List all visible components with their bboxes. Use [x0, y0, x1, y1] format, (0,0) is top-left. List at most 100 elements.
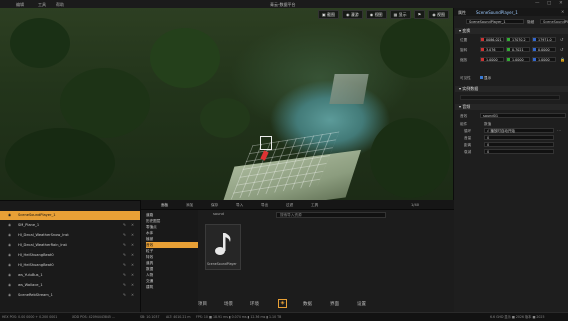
close-icon[interactable]: ✕ — [561, 9, 564, 14]
prop-volume-field[interactable]: 0 — [484, 135, 554, 140]
grid-icon: ▦ — [393, 12, 398, 17]
import-button[interactable]: 导入 — [236, 203, 243, 208]
delete-icon[interactable]: ✕ — [131, 261, 134, 270]
eye-icon[interactable]: ◉ — [8, 211, 11, 220]
list-item[interactable]: ◉ SceneSoundPlayer_1 — [0, 211, 140, 220]
screenshot-button[interactable]: ▣ 截图 — [317, 10, 339, 19]
nav-interface[interactable]: 界面 — [330, 301, 339, 307]
view2-button[interactable]: ◉ 视图 — [428, 10, 449, 19]
edit-icon[interactable]: ✎ — [123, 291, 126, 300]
section-transform[interactable]: ▾ 变换 — [455, 28, 568, 34]
rotation-y[interactable]: 0.7021 — [506, 47, 530, 52]
list-item[interactable]: ◉ HI_Decal_WeatherSnow_Inst ✎ ✕ — [0, 231, 140, 240]
delete-icon[interactable]: ✕ — [131, 231, 134, 240]
group-header: 组件 — [460, 122, 468, 126]
tab-properties[interactable]: 属性 — [458, 10, 466, 16]
eye-icon[interactable]: ◉ — [8, 291, 11, 300]
flag-button[interactable]: ⚑ — [413, 10, 426, 19]
edit-icon[interactable]: ✎ — [123, 281, 126, 290]
edit-icon[interactable]: ✎ — [123, 261, 126, 270]
roam-button[interactable]: ◉ 漫游 — [342, 10, 363, 19]
asset-name: SceneSoundPlayer — [207, 262, 237, 266]
nav-environment[interactable]: 环境 — [250, 301, 259, 307]
delete-icon[interactable]: ✕ — [131, 271, 134, 280]
edit-icon[interactable]: ✎ — [123, 231, 126, 240]
nav-settings[interactable]: 设置 — [357, 301, 366, 307]
tag-field[interactable] — [460, 95, 560, 100]
selector-name-field[interactable]: SceneSoundPlayer_1 — [540, 19, 568, 24]
edit-icon[interactable]: ✎ — [123, 221, 126, 230]
display-button[interactable]: ▦ 显示 — [389, 10, 411, 19]
delete-icon[interactable]: ✕ — [131, 291, 134, 300]
delete-icon[interactable]: ✕ — [131, 221, 134, 230]
prop-decay-field[interactable]: 0 — [484, 149, 554, 154]
edit-icon[interactable]: ✎ — [123, 241, 126, 250]
rotation-x[interactable]: 3.076 — [480, 47, 504, 52]
nav-data[interactable]: 数据 — [303, 301, 312, 307]
section-instance[interactable]: ▾ 实例数据 — [455, 86, 568, 92]
more-icon[interactable]: ⋯ — [557, 128, 561, 133]
hide-label[interactable]: 隐藏 — [527, 20, 534, 25]
eye-icon[interactable]: ◉ — [8, 261, 11, 270]
tools-button[interactable]: 工具 — [311, 203, 318, 208]
eye-icon[interactable]: ◉ — [8, 251, 11, 260]
list-item[interactable]: ◉ ws_YuluBus_1 ✎ ✕ — [0, 271, 140, 280]
details-panel: 属性 SceneSoundPlayer_1 ✕ SceneSoundPlayer… — [453, 8, 568, 312]
scale-x[interactable]: 1.0000 — [480, 57, 504, 62]
prop-distance-field[interactable]: 0 — [484, 142, 554, 147]
section-audio[interactable]: ▾ 音频 — [455, 104, 568, 110]
prop-loop-field[interactable]: √ 播放时自动开始 — [484, 128, 554, 133]
eye-icon[interactable]: ◉ — [8, 221, 11, 230]
lock-icon[interactable]: 🔒 — [560, 57, 565, 62]
list-item[interactable]: ◉ HI_HeiShuangBeat0 ✎ ✕ — [0, 261, 140, 270]
eye-icon[interactable]: ◉ — [8, 231, 11, 240]
edit-icon[interactable]: ✎ — [123, 271, 126, 280]
panel-button[interactable]: 面板 — [161, 203, 168, 208]
menu-help[interactable]: 帮助 — [56, 2, 64, 8]
folder-item[interactable]: 建筑 — [146, 284, 198, 290]
edit-icon[interactable]: ✎ — [123, 251, 126, 260]
object-selector[interactable]: SceneSoundPlayer_1 — [466, 19, 524, 24]
scene-viewport[interactable]: ▣ 截图 ◉ 漫游 ◉ 视图 ▦ 显示 ⚑ ◉ 视图 — [0, 8, 453, 200]
reset-icon[interactable]: ↺ — [560, 37, 563, 42]
eye-icon[interactable]: ◉ — [8, 281, 11, 290]
menu-tools[interactable]: 工具 — [38, 2, 46, 8]
save-button[interactable]: 保存 — [211, 203, 218, 208]
list-item[interactable]: ◉ SceneRebStream_1 ✎ ✕ — [0, 291, 140, 300]
filter-button[interactable]: 过滤 — [286, 203, 293, 208]
delete-icon[interactable]: ✕ — [131, 281, 134, 290]
location-x[interactable]: 0086.021 — [480, 37, 504, 42]
add-button[interactable]: 添加 — [186, 203, 193, 208]
view-button[interactable]: ◉ 视图 — [365, 10, 387, 19]
rotation-z[interactable]: 0.0000 — [532, 47, 556, 52]
nav-scene[interactable]: 场景 — [224, 301, 233, 307]
list-item[interactable]: ◉ SM_Plane_1 ✎ ✕ — [0, 221, 140, 230]
export-button[interactable]: 导出 — [261, 203, 268, 208]
sound-select[interactable]: sound01 — [480, 113, 566, 118]
list-item[interactable]: ◉ ws_Wallace_1 ✎ ✕ — [0, 281, 140, 290]
delete-icon[interactable]: ✕ — [131, 241, 134, 250]
search-input[interactable]: 搜索导入资源 — [276, 212, 386, 218]
visibility-checkbox[interactable]: 显示 — [480, 76, 491, 81]
location-z[interactable]: 17971.0 — [532, 37, 556, 42]
tab-selected-object[interactable]: SceneSoundPlayer_1 — [476, 10, 518, 15]
center-logo-icon[interactable]: ◈ — [278, 299, 287, 308]
list-item[interactable]: ◉ HI_HeiShuangBeat0 ✎ ✕ — [0, 251, 140, 260]
minimize-button[interactable]: — — [535, 1, 540, 6]
location-y[interactable]: 17070.2 — [506, 37, 530, 42]
eye-icon: ◉ — [346, 12, 350, 17]
close-button[interactable]: ✕ — [559, 1, 563, 6]
scale-y[interactable]: 1.0000 — [506, 57, 530, 62]
asset-tile[interactable]: SceneSoundPlayer — [205, 224, 241, 270]
list-item[interactable]: ◉ HI_Decal_WeatherRain_Inst ✎ ✕ — [0, 241, 140, 250]
camera-icon: ▣ — [321, 12, 326, 17]
eye-icon[interactable]: ◉ — [8, 241, 11, 250]
delete-icon[interactable]: ✕ — [131, 251, 134, 260]
eye-icon[interactable]: ◉ — [8, 271, 11, 280]
menu-edit[interactable]: 编辑 — [16, 2, 24, 8]
nav-project[interactable]: 项目 — [198, 301, 207, 307]
scale-z[interactable]: 1.0000 — [532, 57, 556, 62]
selection-gizmo[interactable] — [260, 136, 272, 150]
maximize-button[interactable]: □ — [547, 1, 551, 6]
reset-icon[interactable]: ↺ — [560, 47, 563, 52]
